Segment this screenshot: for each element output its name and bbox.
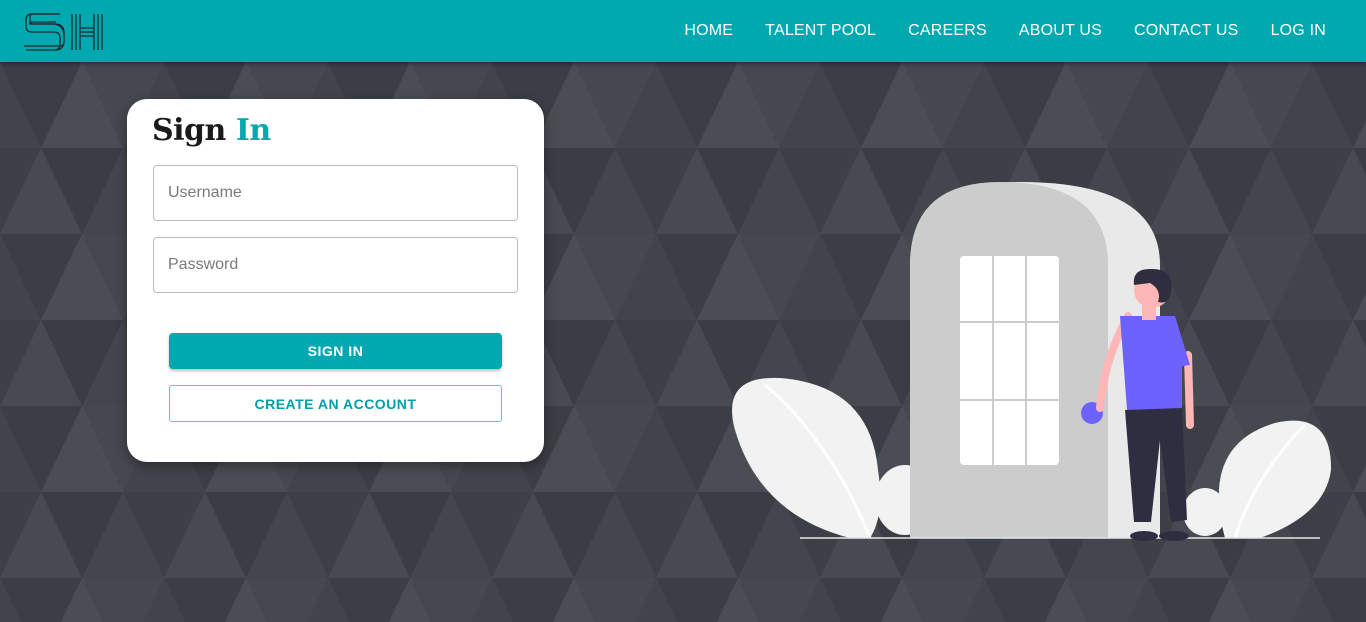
left-plant-icon (732, 377, 935, 539)
right-plant-icon (1183, 420, 1332, 539)
title-accent: In (235, 113, 271, 148)
title-main: Sign (152, 113, 226, 148)
username-input[interactable] (153, 165, 518, 221)
sign-in-title: Sign In (152, 113, 271, 148)
top-navbar: HOME TALENT POOL CAREERS ABOUT US CONTAC… (0, 0, 1366, 62)
door-icon (910, 182, 1160, 538)
password-input[interactable] (153, 237, 518, 293)
create-account-button[interactable]: CREATE AN ACCOUNT (169, 385, 502, 422)
nav-log-in[interactable]: LOG IN (1271, 22, 1326, 40)
sign-in-button[interactable]: SIGN IN (169, 333, 502, 369)
sh-logo[interactable] (24, 12, 104, 52)
person-at-door-illustration (732, 182, 1332, 541)
nav-home[interactable]: HOME (684, 22, 733, 40)
nav-about-us[interactable]: ABOUT US (1019, 22, 1102, 40)
nav-careers[interactable]: CAREERS (908, 22, 987, 40)
nav-links: HOME TALENT POOL CAREERS ABOUT US CONTAC… (652, 0, 1326, 62)
sign-in-card: Sign In SIGN IN CREATE AN ACCOUNT (127, 99, 544, 462)
nav-contact-us[interactable]: CONTACT US (1134, 22, 1239, 40)
nav-talent-pool[interactable]: TALENT POOL (765, 22, 876, 40)
